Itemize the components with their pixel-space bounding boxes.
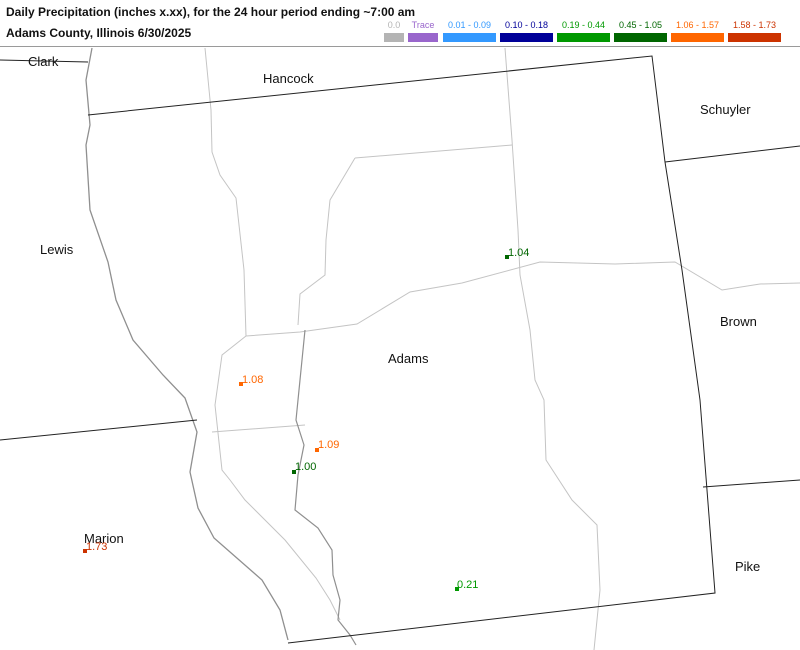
legend-label: Trace (411, 20, 435, 30)
legend-label: 0.01 - 0.09 (447, 20, 492, 30)
station-2[interactable]: 1.08 (239, 374, 263, 386)
county-label-brown: Brown (720, 314, 757, 329)
road (245, 261, 800, 337)
legend-swatch (557, 33, 610, 42)
legend-swatch (728, 33, 781, 42)
adams-county-boundary (87, 55, 716, 644)
county-label-clark: Clark (28, 54, 59, 69)
station-value: 1.00 (295, 461, 316, 473)
road (204, 47, 247, 337)
legend-label: 0.19 - 0.44 (561, 20, 606, 30)
county-label-hancock: Hancock (263, 71, 314, 86)
legend-label: 0.10 - 0.18 (504, 20, 549, 30)
map-header: Daily Precipitation (inches x.xx), for t… (0, 0, 800, 47)
legend-item: 0.45 - 1.05 (614, 20, 667, 42)
boundary-line (664, 145, 800, 163)
station-3[interactable]: 1.09 (315, 439, 339, 452)
station-value: 1.04 (508, 247, 529, 259)
station-5[interactable]: 1.73 (83, 541, 107, 553)
county-label-lewis: Lewis (40, 242, 74, 257)
legend-swatch (614, 33, 667, 42)
legend-label: 0.0 (387, 20, 401, 30)
station-value: 1.09 (318, 439, 339, 451)
legend-label: 1.06 - 1.57 (675, 20, 720, 30)
boundary-line (0, 419, 198, 441)
station-value: 0.21 (457, 579, 478, 591)
legend-swatch (443, 33, 496, 42)
legend-item: 0.01 - 0.09 (443, 20, 496, 42)
county-label-adams: Adams (388, 351, 429, 366)
station-4[interactable]: 1.00 (292, 461, 316, 474)
roads (204, 47, 800, 650)
road (297, 157, 356, 326)
legend-label: 0.45 - 1.05 (618, 20, 663, 30)
mississippi-river (85, 47, 289, 641)
legend-swatch (408, 33, 438, 42)
road (214, 335, 341, 621)
road (504, 47, 601, 650)
legend-item: 1.58 - 1.73 (728, 20, 781, 42)
map-title: Daily Precipitation (inches x.xx), for t… (6, 5, 416, 19)
road (211, 424, 306, 433)
legend-item: 0.19 - 0.44 (557, 20, 610, 42)
map-page: Clark Hancock Schuyler Lewis Brown Adams… (0, 0, 800, 650)
legend-item: 0.0 (384, 20, 404, 42)
station-6[interactable]: 0.21 (455, 579, 478, 591)
legend-item: Trace (408, 20, 438, 42)
legend-item: 1.06 - 1.57 (671, 20, 724, 42)
river-bank (294, 329, 357, 646)
legend-item: 0.10 - 0.18 (500, 20, 553, 42)
map-subtitle: Adams County, Illinois 6/30/2025 (6, 26, 192, 40)
county-label-pike: Pike (735, 559, 760, 574)
station-1[interactable]: 1.04 (505, 247, 529, 259)
legend-swatch (671, 33, 724, 42)
map-canvas: Clark Hancock Schuyler Lewis Brown Adams… (0, 47, 800, 650)
boundary-line (702, 479, 800, 488)
station-value: 1.08 (242, 374, 263, 386)
county-labels: Clark Hancock Schuyler Lewis Brown Adams… (28, 54, 760, 574)
legend-label: 1.58 - 1.73 (732, 20, 777, 30)
legend-swatch (500, 33, 553, 42)
legend-swatch (384, 33, 404, 42)
county-label-schuyler: Schuyler (700, 102, 751, 117)
county-boundaries (0, 55, 800, 644)
station-value: 1.73 (86, 541, 107, 553)
road (354, 144, 513, 159)
